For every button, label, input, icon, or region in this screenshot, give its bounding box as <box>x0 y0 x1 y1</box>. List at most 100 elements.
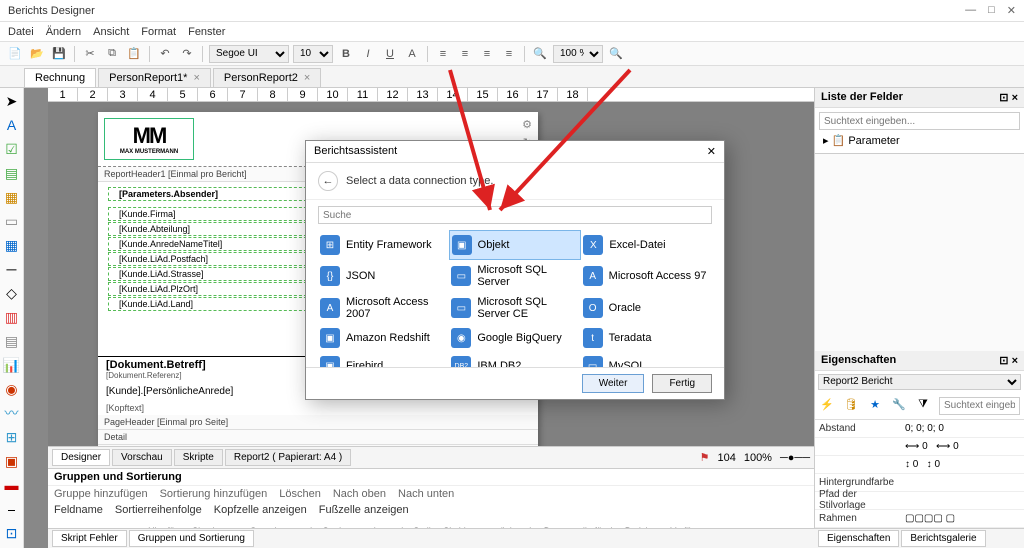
wizard-finish-button[interactable]: Fertig <box>652 374 712 393</box>
gauge-icon[interactable]: ◉ <box>3 380 21 398</box>
wrench-icon[interactable]: 🔧 <box>891 397 907 413</box>
image-icon[interactable]: ▦ <box>3 188 21 206</box>
conn-oracle[interactable]: OOracle <box>581 292 712 324</box>
delete-button[interactable]: Löschen <box>279 488 321 500</box>
crossref-icon[interactable]: ⊡ <box>3 524 21 542</box>
section-detail[interactable]: Detail <box>98 430 538 445</box>
close-icon[interactable]: ✕ <box>1007 4 1016 17</box>
conn-mysql[interactable]: ▭MySQL <box>581 352 712 367</box>
conn-bigquery[interactable]: ◉Google BigQuery <box>449 324 580 352</box>
section-pageheader[interactable]: PageHeader [Einmal pro Seite] <box>98 415 538 430</box>
border-picker[interactable]: ▢▢▢▢ ▢ <box>905 513 1024 524</box>
tab-gruppen[interactable]: Gruppen und Sortierung <box>129 530 254 547</box>
font-select[interactable]: Segoe UI <box>209 45 289 63</box>
menu-format[interactable]: Format <box>141 26 176 38</box>
tab-close-icon[interactable]: × <box>193 72 199 84</box>
star-icon[interactable]: ★ <box>867 397 883 413</box>
pagebreak-icon[interactable]: ⎯ <box>3 500 21 518</box>
tab-close-icon[interactable]: × <box>304 72 310 84</box>
conn-objekt[interactable]: ▣Objekt <box>449 230 582 260</box>
subreport-icon[interactable]: ▣ <box>3 452 21 470</box>
tab-designer[interactable]: Designer <box>52 449 110 466</box>
pivot-icon[interactable]: ⊞ <box>3 428 21 446</box>
fontcolor-icon[interactable]: A <box>403 45 421 63</box>
zip-icon[interactable]: ▤ <box>3 332 21 350</box>
text-icon[interactable]: A <box>3 116 21 134</box>
conn-access2007[interactable]: AMicrosoft Access 2007 <box>318 292 449 324</box>
fieldlist-parameter[interactable]: ▸ 📋 Parameter <box>819 132 1020 149</box>
copy-icon[interactable]: ⧉ <box>103 45 121 63</box>
wizard-next-button[interactable]: Weiter <box>582 374 645 393</box>
zoom-out-icon[interactable]: 🔍 <box>531 45 549 63</box>
props-search[interactable] <box>939 397 1020 415</box>
minimize-icon[interactable]: — <box>965 4 976 17</box>
zoom-in-icon[interactable]: 🔍 <box>607 45 625 63</box>
add-sort-button[interactable]: Sortierung hinzufügen <box>160 488 268 500</box>
zoom-select[interactable]: 100 % <box>553 45 603 63</box>
move-down-button[interactable]: Nach unten <box>398 488 454 500</box>
lightning-icon[interactable]: ⚡ <box>819 397 835 413</box>
conn-json[interactable]: {}JSON <box>318 260 449 292</box>
field-kopf[interactable]: [Kopftext] <box>98 401 538 415</box>
sparkline-icon[interactable]: 〰 <box>3 404 21 422</box>
tab-personreport1[interactable]: PersonReport1*× <box>98 68 211 87</box>
conn-redshift[interactable]: ▣Amazon Redshift <box>318 324 449 352</box>
conn-entity-framework[interactable]: ⊞Entity Framework <box>318 230 449 260</box>
pdf-icon[interactable]: ▬ <box>3 476 21 494</box>
menu-ansicht[interactable]: Ansicht <box>93 26 129 38</box>
tab-vorschau[interactable]: Vorschau <box>112 449 172 466</box>
tab-eigenschaften[interactable]: Eigenschaften <box>818 530 899 547</box>
tab-rechnung[interactable]: Rechnung <box>24 68 96 87</box>
conn-teradata[interactable]: tTeradata <box>581 324 712 352</box>
conn-access97[interactable]: AMicrosoft Access 97 <box>581 260 712 292</box>
line-icon[interactable]: ─ <box>3 260 21 278</box>
save-icon[interactable]: 💾 <box>50 45 68 63</box>
conn-mssql-ce[interactable]: ▭Microsoft SQL Server CE <box>449 292 580 324</box>
wizard-search[interactable] <box>318 206 712 224</box>
menu-aendern[interactable]: Ändern <box>46 26 81 38</box>
align-center-icon[interactable]: ≡ <box>456 45 474 63</box>
menu-datei[interactable]: Datei <box>8 26 34 38</box>
maximize-icon[interactable]: □ <box>988 4 995 17</box>
tab-skripte[interactable]: Skripte <box>174 449 223 466</box>
zoom-slider[interactable]: ─●── <box>780 452 810 464</box>
barcode-icon[interactable]: ▥ <box>3 308 21 326</box>
new-icon[interactable]: 📄 <box>6 45 24 63</box>
props-object-select[interactable]: Report2 Bericht <box>818 374 1021 390</box>
underline-icon[interactable]: U <box>381 45 399 63</box>
table-icon[interactable]: ▦ <box>3 236 21 254</box>
bold-icon[interactable]: B <box>337 45 355 63</box>
richtext-icon[interactable]: ▤ <box>3 164 21 182</box>
menu-fenster[interactable]: Fenster <box>188 26 225 38</box>
checkbox-icon[interactable]: ☑ <box>3 140 21 158</box>
tab-berichtsgalerie[interactable]: Berichtsgalerie <box>901 530 985 547</box>
shape-icon[interactable]: ◇ <box>3 284 21 302</box>
add-group-button[interactable]: Gruppe hinzufügen <box>54 488 148 500</box>
align-right-icon[interactable]: ≡ <box>478 45 496 63</box>
tab-report2-paper[interactable]: Report2 ( Papierart: A4 ) <box>225 449 351 466</box>
fieldlist-search[interactable] <box>819 112 1020 130</box>
undo-icon[interactable]: ↶ <box>156 45 174 63</box>
panel-pin-icon[interactable]: ⊡ × <box>999 91 1018 104</box>
conn-db2[interactable]: DB2IBM DB2 <box>449 352 580 367</box>
wizard-close-icon[interactable]: ✕ <box>707 145 716 158</box>
conn-mssql[interactable]: ▭Microsoft SQL Server <box>449 260 580 292</box>
wizard-back-icon[interactable]: ← <box>318 171 338 191</box>
chart-icon[interactable]: 📊 <box>3 356 21 374</box>
gear-icon[interactable]: ⚙ <box>522 118 532 131</box>
cut-icon[interactable]: ✂ <box>81 45 99 63</box>
fontsize-select[interactable]: 10 <box>293 45 333 63</box>
move-up-button[interactable]: Nach oben <box>333 488 386 500</box>
conn-firebird[interactable]: ▣Firebird <box>318 352 449 367</box>
pointer-icon[interactable]: ➤ <box>3 92 21 110</box>
filter-icon[interactable]: ⧩ <box>915 397 931 413</box>
panel-icon[interactable]: ▭ <box>3 212 21 230</box>
align-left-icon[interactable]: ≡ <box>434 45 452 63</box>
data-icon[interactable]: 🛢 <box>843 397 859 413</box>
redo-icon[interactable]: ↷ <box>178 45 196 63</box>
logo-image[interactable]: MMMAX MUSTERMANN <box>104 118 194 160</box>
italic-icon[interactable]: I <box>359 45 377 63</box>
tab-skript-fehler[interactable]: Skript Fehler <box>52 530 127 547</box>
panel-pin-icon[interactable]: ⊡ × <box>999 354 1018 367</box>
conn-excel[interactable]: XExcel-Datei <box>581 230 712 260</box>
